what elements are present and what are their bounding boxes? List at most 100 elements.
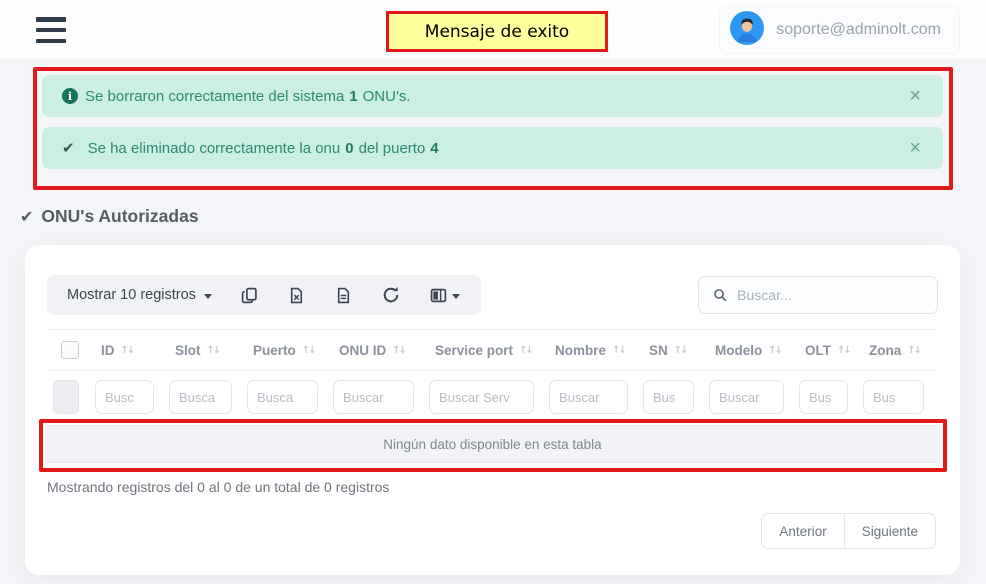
empty-state-wrap: Ningún dato disponible en esta tabla bbox=[45, 425, 940, 463]
filter-cell bbox=[93, 380, 167, 414]
filter-cell bbox=[547, 380, 641, 414]
column-header-slot[interactable]: Slot ↑↓ bbox=[167, 343, 245, 358]
alert-onus-deleted: i Se borraron correctamente del sistema … bbox=[42, 75, 943, 117]
close-icon[interactable]: × bbox=[909, 138, 921, 158]
page-title-text: ONU's Autorizadas bbox=[41, 206, 198, 227]
sort-icon: ↑↓ bbox=[768, 345, 781, 356]
alert-port-number: 4 bbox=[430, 140, 438, 157]
table-info-text: Mostrando registros del 0 al 0 de un tot… bbox=[47, 479, 938, 495]
alert-text-part: Se ha eliminado correctamente la onu bbox=[88, 140, 341, 157]
sort-icon: ↑↓ bbox=[907, 345, 920, 356]
empty-table-message: Ningún dato disponible en esta tabla bbox=[45, 425, 940, 463]
user-menu[interactable]: soporte@adminolt.com bbox=[719, 6, 960, 54]
table-search bbox=[698, 276, 938, 314]
check-icon: ✔ bbox=[20, 207, 33, 227]
column-label: ONU ID bbox=[339, 343, 386, 358]
column-header-modelo[interactable]: Modelo ↑↓ bbox=[707, 343, 797, 358]
column-label: Slot bbox=[175, 343, 201, 358]
alert-onu-number: 0 bbox=[345, 140, 353, 157]
filter-cell bbox=[427, 380, 547, 414]
page-title: ✔ ONU's Autorizadas bbox=[20, 206, 199, 227]
table-header-row: ID ↑↓ Slot ↑↓ Puerto ↑↓ ONU ID ↑↓ Servic… bbox=[47, 329, 938, 371]
column-label: Puerto bbox=[253, 343, 296, 358]
filter-modelo-input[interactable] bbox=[709, 380, 784, 414]
column-header-puerto[interactable]: Puerto ↑↓ bbox=[245, 343, 331, 358]
filter-slot-input[interactable] bbox=[169, 380, 232, 414]
column-header-zona[interactable]: Zona ↑↓ bbox=[861, 343, 937, 358]
column-label: ID bbox=[101, 343, 115, 358]
filter-cell bbox=[797, 380, 861, 414]
column-label: Modelo bbox=[715, 343, 762, 358]
file-export-button[interactable] bbox=[320, 275, 367, 315]
page-length-label: Mostrar 10 registros bbox=[67, 287, 196, 303]
column-header-sn[interactable]: SN ↑↓ bbox=[641, 343, 707, 358]
filter-puerto-input[interactable] bbox=[247, 380, 318, 414]
column-header-nombre[interactable]: Nombre ↑↓ bbox=[547, 343, 641, 358]
column-header-service-port[interactable]: Service port ↑↓ bbox=[427, 343, 547, 358]
select-all-checkbox[interactable] bbox=[61, 341, 79, 359]
avatar bbox=[730, 11, 764, 50]
alert-text: Se borraron correctamente del sistema 1 … bbox=[85, 88, 411, 105]
sort-icon: ↑↓ bbox=[674, 345, 687, 356]
column-label: Service port bbox=[435, 343, 513, 358]
filter-olt-input[interactable] bbox=[799, 380, 848, 414]
previous-page-button[interactable]: Anterior bbox=[761, 513, 844, 549]
excel-file-icon bbox=[288, 287, 305, 304]
column-header-id[interactable]: ID ↑↓ bbox=[93, 343, 167, 358]
table-filter-row bbox=[47, 371, 938, 425]
table-buttons-group: Mostrar 10 registros bbox=[47, 275, 481, 315]
screen: soporte@adminolt.com Mensaje de exito i … bbox=[0, 0, 986, 584]
sort-icon: ↑↓ bbox=[392, 345, 405, 356]
onus-table-card: Mostrar 10 registros bbox=[25, 245, 960, 575]
next-page-button[interactable]: Siguiente bbox=[844, 513, 936, 549]
chevron-down-icon bbox=[204, 294, 212, 299]
column-label: Nombre bbox=[555, 343, 606, 358]
filter-service-port-input[interactable] bbox=[429, 380, 534, 414]
check-icon: ✔ bbox=[62, 139, 75, 157]
alert-count: 1 bbox=[349, 88, 357, 105]
filter-nombre-input[interactable] bbox=[549, 380, 628, 414]
search-input[interactable] bbox=[737, 287, 923, 303]
document-icon bbox=[335, 287, 352, 304]
alert-text: Se ha eliminado correctamente la onu 0 d… bbox=[88, 140, 439, 157]
filter-cell bbox=[245, 380, 331, 414]
excel-export-button[interactable] bbox=[273, 275, 320, 315]
columns-icon bbox=[430, 287, 447, 304]
copy-icon bbox=[241, 287, 258, 304]
filter-id-input[interactable] bbox=[95, 380, 154, 414]
column-header-onu-id[interactable]: ONU ID ↑↓ bbox=[331, 343, 427, 358]
alert-text-part: del puerto bbox=[359, 140, 426, 157]
filter-cell bbox=[707, 380, 797, 414]
sort-icon: ↑↓ bbox=[121, 345, 134, 356]
filter-disabled-box bbox=[53, 380, 79, 414]
user-email: soporte@adminolt.com bbox=[776, 21, 941, 39]
refresh-button[interactable] bbox=[367, 275, 415, 315]
close-icon[interactable]: × bbox=[909, 86, 921, 106]
alerts-container: i Se borraron correctamente del sistema … bbox=[42, 75, 943, 179]
hamburger-menu-icon[interactable] bbox=[36, 17, 66, 43]
pagination: Anterior Siguiente bbox=[761, 513, 936, 549]
copy-button[interactable] bbox=[226, 275, 273, 315]
info-icon: i bbox=[62, 88, 78, 104]
filter-cell bbox=[47, 380, 93, 414]
annotation-success-label: Mensaje de exito bbox=[386, 11, 608, 52]
filter-zona-input[interactable] bbox=[863, 380, 924, 414]
sort-icon: ↑↓ bbox=[837, 345, 850, 356]
sort-icon: ↑↓ bbox=[207, 345, 220, 356]
table-toolbar: Mostrar 10 registros bbox=[47, 275, 938, 315]
filter-sn-input[interactable] bbox=[643, 380, 694, 414]
column-header-olt[interactable]: OLT ↑↓ bbox=[797, 343, 861, 358]
hamburger-bar bbox=[36, 28, 66, 33]
hamburger-bar bbox=[36, 17, 66, 22]
alert-onu-removed: ✔ Se ha eliminado correctamente la onu 0… bbox=[42, 127, 943, 169]
alert-text-part: ONU's. bbox=[363, 88, 411, 105]
filter-cell bbox=[641, 380, 707, 414]
refresh-icon bbox=[382, 286, 400, 304]
chevron-down-icon bbox=[452, 294, 460, 299]
filter-onu-id-input[interactable] bbox=[333, 380, 414, 414]
column-visibility-button[interactable] bbox=[415, 275, 475, 315]
select-all-cell bbox=[47, 341, 93, 359]
page-length-dropdown[interactable]: Mostrar 10 registros bbox=[53, 287, 226, 303]
filter-cell bbox=[861, 380, 937, 414]
sort-icon: ↑↓ bbox=[302, 345, 315, 356]
